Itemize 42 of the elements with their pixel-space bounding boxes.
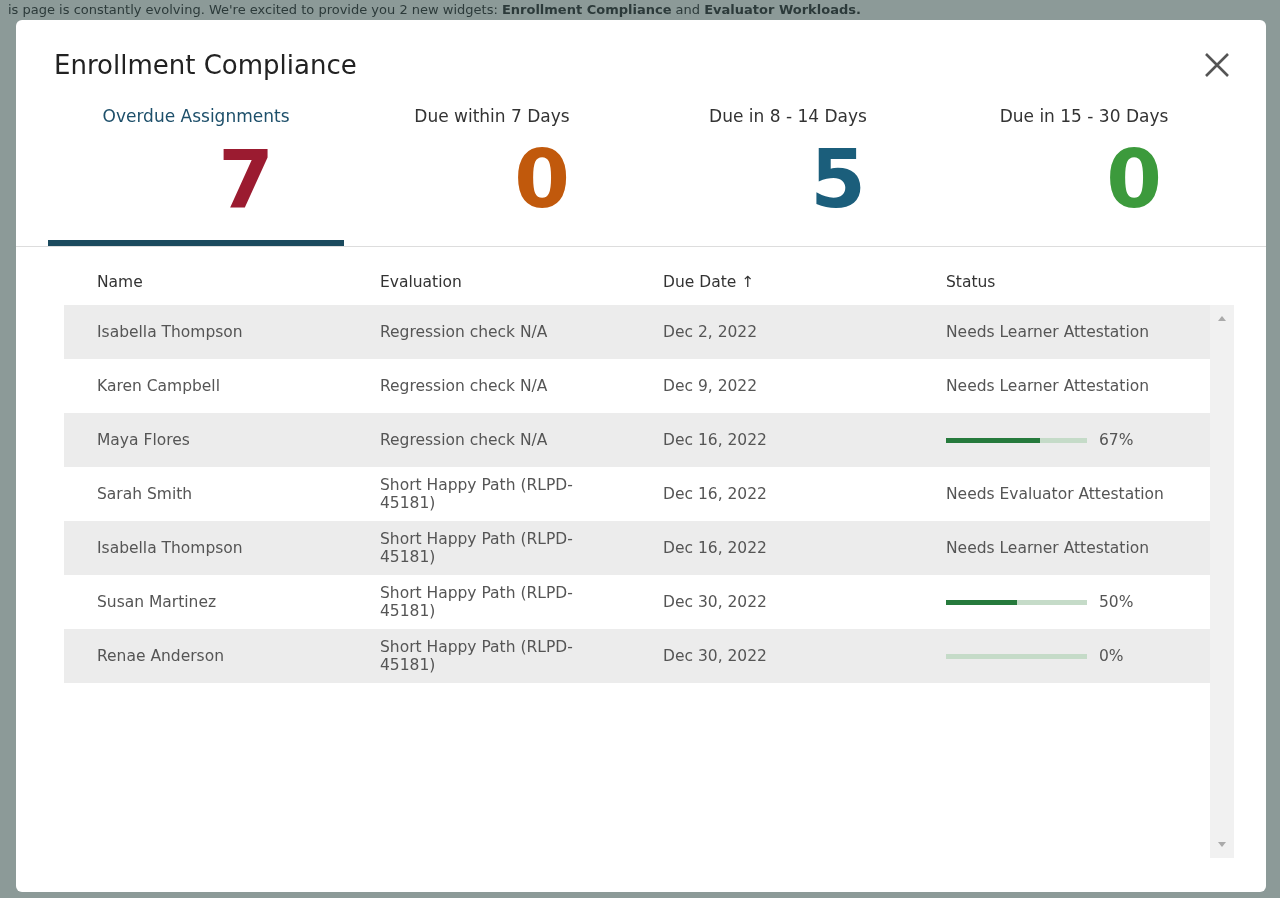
table-cell-text: Short Happy Path (RLPD-45181): [380, 584, 574, 620]
column-header[interactable]: Status: [946, 273, 1234, 291]
table-cell-text: Dec 9, 2022: [663, 377, 759, 395]
progress-percent: 67%: [1099, 431, 1134, 449]
table-cell-text: Isabella Thompson: [97, 323, 244, 341]
table-cell-text: Dec 2, 2022: [663, 323, 759, 341]
table-cell-text: Sarah Smith: [97, 485, 194, 503]
table-cell-text: Needs Learner Attestation: [946, 539, 1151, 557]
background-notice: is page is constantly evolving. We're excited to provide you 2 new widgets: Enrollment Compliance and Evaluator Workloads.: [7, 1, 862, 19]
table-cell-text: Dec 16, 2022: [663, 485, 768, 503]
table-cell-text: Needs Learner Attestation: [946, 323, 1151, 341]
column-header[interactable]: Name: [97, 273, 380, 291]
table-cell-text: Dec 16, 2022: [663, 539, 768, 557]
progress-percent: 50%: [1099, 593, 1134, 611]
tab[interactable]: Due in 8 - 14 Days 5: [640, 106, 936, 246]
table-cell-text: Renae Anderson: [97, 647, 225, 665]
table-cell-text: Dec 30, 2022: [663, 593, 768, 611]
dialog-title: Enrollment Compliance: [54, 50, 357, 80]
table-cell-text: Maya Flores: [97, 431, 191, 449]
scroll-down-icon[interactable]: [1218, 842, 1226, 848]
tab[interactable]: Due in 15 - 30 Days 0: [936, 106, 1232, 246]
scrollbar[interactable]: [1210, 305, 1234, 858]
table-cell-text: Susan Martinez: [97, 593, 218, 611]
table-cell-text: Short Happy Path (RLPD-45181): [380, 476, 574, 512]
scroll-up-icon[interactable]: [1218, 315, 1226, 321]
close-icon: [1204, 52, 1230, 78]
tab[interactable]: Due within 7 Days 0: [344, 106, 640, 246]
table-cell-text: Needs Learner Attestation: [946, 377, 1151, 395]
table-cell-text: Regression check N/A: [380, 431, 549, 449]
table-cell-text: Karen Campbell: [97, 377, 221, 395]
table-cell-text: Dec 30, 2022: [663, 647, 768, 665]
table-cell-text: Dec 16, 2022: [663, 431, 768, 449]
table-cell-text: Short Happy Path (RLPD-45181): [380, 530, 574, 566]
progress-percent: 0%: [1099, 647, 1124, 665]
column-header[interactable]: Evaluation: [380, 273, 663, 291]
table-cell-text: Regression check N/A: [380, 377, 549, 395]
table-cell-text: Needs Evaluator Attestation: [946, 485, 1165, 503]
table-cell-text: Isabella Thompson: [97, 539, 244, 557]
column-header[interactable]: Due Date ↑: [663, 273, 946, 291]
tab[interactable]: Overdue Assignments 7: [48, 106, 344, 246]
table-cell-text: Regression check N/A: [380, 323, 549, 341]
table-cell-text: Short Happy Path (RLPD-45181): [380, 638, 574, 674]
